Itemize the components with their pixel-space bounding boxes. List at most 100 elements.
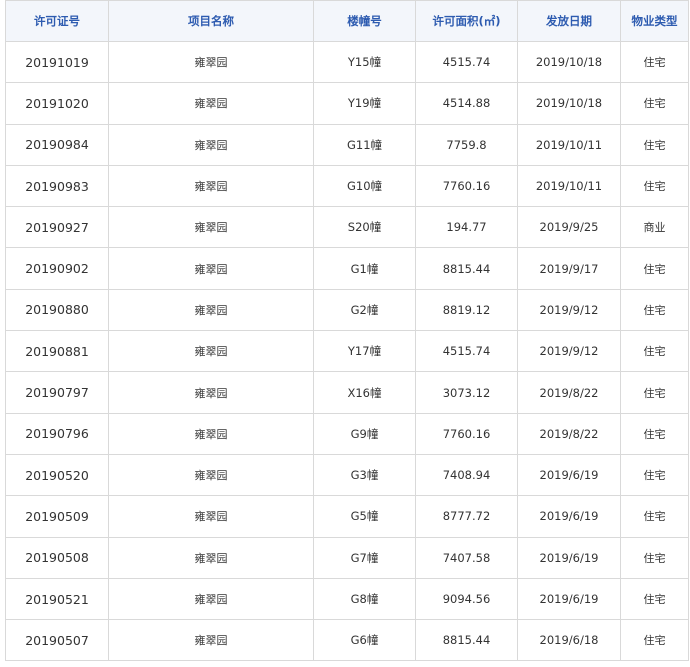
cell-permit-number: 20190507 [5,619,109,662]
cell-permit-area: 3073.12 [415,371,518,414]
cell-property-type: 住宅 [620,330,689,373]
cell-issue-date: 2019/6/18 [517,619,621,662]
header-property-type: 物业类型 [620,0,689,42]
cell-property-type: 住宅 [620,412,689,455]
cell-property-type: 住宅 [620,536,689,579]
cell-permit-area: 9094.56 [415,577,518,621]
header-row: 许可证号 项目名称 楼幢号 许可面积(㎡) 发放日期 物业类型 [5,0,689,42]
table-row: 20191019 雍翠园 Y15幢 4515.74 2019/10/18 住宅 [5,40,689,84]
cell-permit-area: 7760.16 [415,412,518,455]
header-permit-area: 许可面积(㎡) [415,0,518,42]
cell-permit-number: 20190880 [5,288,109,332]
cell-permit-number: 20190520 [5,453,109,497]
cell-project-name: 雍翠园 [108,371,314,414]
cell-building-number: Y19幢 [313,82,416,125]
table-row: 20190508 雍翠园 G7幢 7407.58 2019/6/19 住宅 [5,536,689,579]
table-row: 20190984 雍翠园 G11幢 7759.8 2019/10/11 住宅 [5,123,689,166]
cell-issue-date: 2019/6/19 [517,577,621,621]
cell-issue-date: 2019/6/19 [517,536,621,579]
cell-building-number: Y15幢 [313,40,416,84]
cell-issue-date: 2019/9/12 [517,288,621,332]
cell-property-type: 住宅 [620,247,689,290]
cell-project-name: 雍翠园 [108,123,314,166]
cell-project-name: 雍翠园 [108,82,314,125]
cell-permit-number: 20190927 [5,206,109,249]
cell-building-number: G10幢 [313,164,416,208]
cell-building-number: G5幢 [313,495,416,538]
cell-permit-area: 7759.8 [415,123,518,166]
cell-permit-area: 7760.16 [415,164,518,208]
cell-project-name: 雍翠园 [108,412,314,455]
cell-permit-number: 20191019 [5,40,109,84]
cell-issue-date: 2019/10/11 [517,164,621,208]
table-row: 20190983 雍翠园 G10幢 7760.16 2019/10/11 住宅 [5,164,689,208]
table-row: 20190520 雍翠园 G3幢 7408.94 2019/6/19 住宅 [5,453,689,497]
table-row: 20190521 雍翠园 G8幢 9094.56 2019/6/19 住宅 [5,577,689,621]
cell-issue-date: 2019/8/22 [517,412,621,455]
cell-building-number: X16幢 [313,371,416,414]
cell-property-type: 住宅 [620,82,689,125]
table-row: 20190507 雍翠园 G6幢 8815.44 2019/6/18 住宅 [5,619,689,662]
cell-permit-area: 8815.44 [415,247,518,290]
cell-permit-area: 4515.74 [415,40,518,84]
cell-project-name: 雍翠园 [108,288,314,332]
cell-building-number: G3幢 [313,453,416,497]
table-row: 20190927 雍翠园 S20幢 194.77 2019/9/25 商业 [5,206,689,249]
table-row: 20191020 雍翠园 Y19幢 4514.88 2019/10/18 住宅 [5,82,689,125]
cell-issue-date: 2019/10/18 [517,82,621,125]
cell-property-type: 商业 [620,206,689,249]
cell-issue-date: 2019/9/25 [517,206,621,249]
cell-permit-area: 8777.72 [415,495,518,538]
cell-issue-date: 2019/8/22 [517,371,621,414]
cell-building-number: Y17幢 [313,330,416,373]
cell-property-type: 住宅 [620,40,689,84]
cell-permit-area: 4514.88 [415,82,518,125]
cell-project-name: 雍翠园 [108,330,314,373]
cell-project-name: 雍翠园 [108,164,314,208]
cell-project-name: 雍翠园 [108,206,314,249]
table-row: 20190796 雍翠园 G9幢 7760.16 2019/8/22 住宅 [5,412,689,455]
cell-permit-area: 8819.12 [415,288,518,332]
cell-permit-number: 20190983 [5,164,109,208]
header-building-number: 楼幢号 [313,0,416,42]
permit-table: 许可证号 项目名称 楼幢号 许可面积(㎡) 发放日期 物业类型 20191019… [5,0,689,662]
table-row: 20190509 雍翠园 G5幢 8777.72 2019/6/19 住宅 [5,495,689,538]
cell-property-type: 住宅 [620,495,689,538]
cell-building-number: G2幢 [313,288,416,332]
cell-permit-number: 20190521 [5,577,109,621]
cell-property-type: 住宅 [620,164,689,208]
cell-property-type: 住宅 [620,577,689,621]
cell-building-number: G8幢 [313,577,416,621]
cell-permit-number: 20190881 [5,330,109,373]
table-row: 20190902 雍翠园 G1幢 8815.44 2019/9/17 住宅 [5,247,689,290]
cell-property-type: 住宅 [620,453,689,497]
table-header: 许可证号 项目名称 楼幢号 许可面积(㎡) 发放日期 物业类型 [5,0,689,42]
cell-issue-date: 2019/9/17 [517,247,621,290]
cell-property-type: 住宅 [620,619,689,662]
cell-building-number: G11幢 [313,123,416,166]
table-row: 20190881 雍翠园 Y17幢 4515.74 2019/9/12 住宅 [5,330,689,373]
header-permit-number: 许可证号 [5,0,109,42]
cell-property-type: 住宅 [620,371,689,414]
cell-permit-area: 8815.44 [415,619,518,662]
cell-issue-date: 2019/10/18 [517,40,621,84]
cell-project-name: 雍翠园 [108,453,314,497]
cell-permit-number: 20190902 [5,247,109,290]
cell-project-name: 雍翠园 [108,495,314,538]
cell-issue-date: 2019/6/19 [517,495,621,538]
cell-building-number: G6幢 [313,619,416,662]
cell-permit-area: 194.77 [415,206,518,249]
cell-permit-number: 20190508 [5,536,109,579]
header-issue-date: 发放日期 [517,0,621,42]
cell-project-name: 雍翠园 [108,577,314,621]
cell-permit-area: 4515.74 [415,330,518,373]
header-project-name: 项目名称 [108,0,314,42]
table-row: 20190880 雍翠园 G2幢 8819.12 2019/9/12 住宅 [5,288,689,332]
cell-project-name: 雍翠园 [108,619,314,662]
cell-issue-date: 2019/10/11 [517,123,621,166]
cell-issue-date: 2019/9/12 [517,330,621,373]
cell-permit-number: 20190796 [5,412,109,455]
cell-permit-number: 20191020 [5,82,109,125]
table-row: 20190797 雍翠园 X16幢 3073.12 2019/8/22 住宅 [5,371,689,414]
cell-property-type: 住宅 [620,123,689,166]
